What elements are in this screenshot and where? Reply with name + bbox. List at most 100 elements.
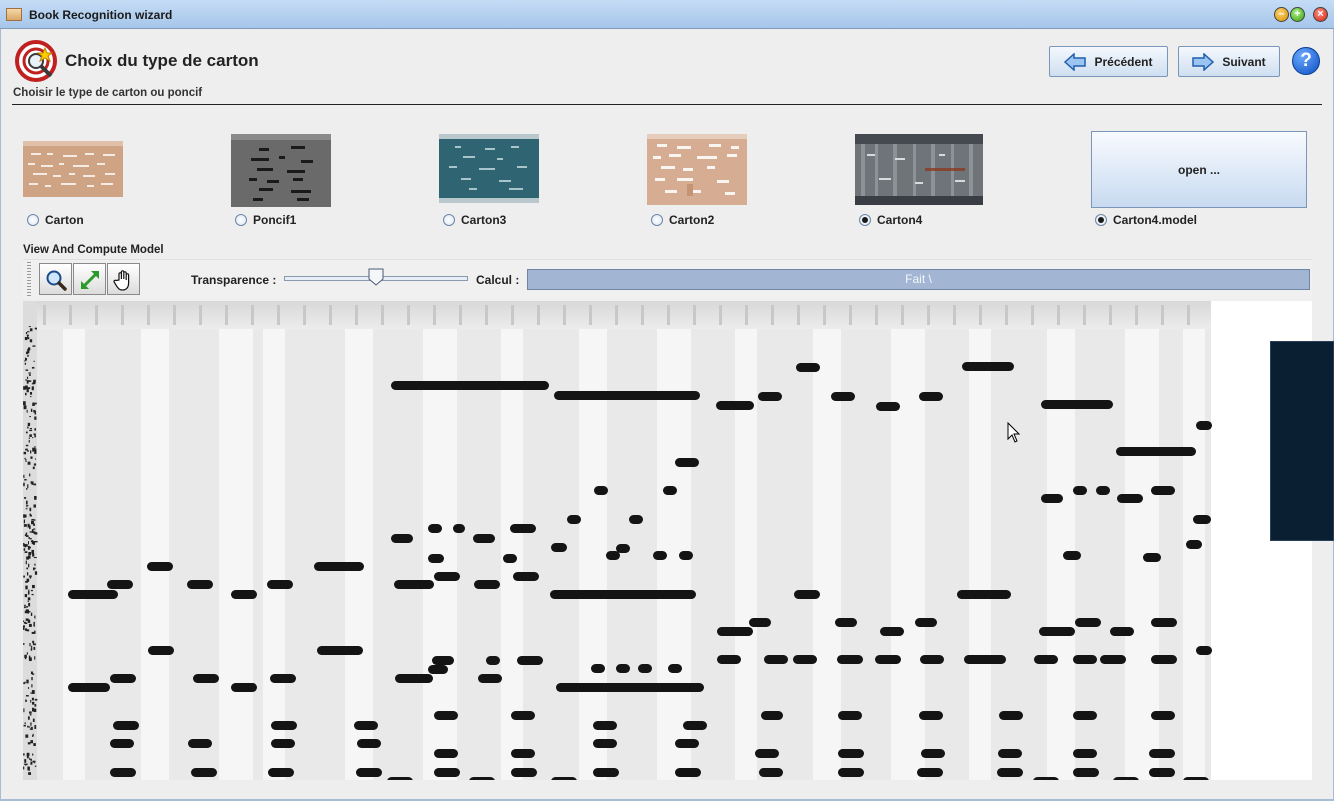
edge-noise xyxy=(25,459,27,463)
edge-noise xyxy=(28,589,30,594)
carton-thumbnail-carton3[interactable] xyxy=(439,134,539,203)
edge-noise xyxy=(25,444,29,447)
toolbar-grip[interactable] xyxy=(27,262,31,296)
perforation-hole xyxy=(1073,486,1087,495)
edge-noise xyxy=(34,428,37,431)
carton-thumbnail-poncif1[interactable] xyxy=(231,134,331,207)
perforation-hole xyxy=(957,590,1011,599)
carton-stripe xyxy=(891,301,925,780)
radio-indicator[interactable] xyxy=(859,214,871,226)
perforation-hole xyxy=(107,580,133,589)
fit-button[interactable] xyxy=(73,263,106,295)
carton-thumbnail-carton[interactable] xyxy=(23,141,123,197)
perforation-hole xyxy=(1073,749,1097,758)
perforation-hole xyxy=(188,739,212,748)
edge-noise xyxy=(27,716,30,720)
edge-noise xyxy=(27,484,29,489)
edge-noise xyxy=(23,620,25,623)
edge-noise xyxy=(26,629,30,632)
next-button[interactable]: Suivant xyxy=(1178,46,1280,77)
edge-noise xyxy=(27,337,30,340)
pan-hand-icon xyxy=(113,270,130,291)
arrow-left-icon xyxy=(1064,52,1087,71)
perforation-hole xyxy=(110,739,134,748)
edge-noise xyxy=(25,609,29,613)
perforation-hole xyxy=(517,656,543,665)
mouse-cursor-icon xyxy=(1007,421,1021,449)
edge-noise xyxy=(34,434,36,438)
perforation-hole xyxy=(629,515,643,524)
perforation-hole xyxy=(113,721,139,730)
edge-noise xyxy=(31,684,33,688)
perforation-hole xyxy=(964,655,1006,664)
help-icon[interactable]: ? xyxy=(1292,47,1320,75)
section-label: View And Compute Model xyxy=(23,244,164,256)
open-model-button[interactable]: open ... xyxy=(1091,131,1307,208)
edge-noise xyxy=(30,722,32,726)
perforation-hole xyxy=(593,721,617,730)
edge-noise xyxy=(25,379,27,381)
perforation-hole xyxy=(880,627,904,636)
edge-noise xyxy=(33,379,36,384)
zoom-button[interactable] xyxy=(39,263,72,295)
perforation-hole xyxy=(432,656,454,665)
edge-noise xyxy=(29,728,31,730)
perforation-hole xyxy=(110,768,136,777)
radio-indicator[interactable] xyxy=(27,214,39,226)
perforation-hole xyxy=(354,721,378,730)
edge-noise xyxy=(25,764,27,766)
perforation-hole xyxy=(998,749,1022,758)
carton-image-viewer[interactable] xyxy=(23,301,1312,780)
edge-noise xyxy=(29,575,32,578)
perforation-hole xyxy=(317,646,363,655)
perforation-hole xyxy=(764,655,788,664)
edge-noise xyxy=(27,354,29,357)
radio-indicator[interactable] xyxy=(235,214,247,226)
edge-noise xyxy=(25,695,29,697)
perforation-hole xyxy=(503,554,517,563)
carton-top-tick xyxy=(849,305,852,325)
edge-noise xyxy=(28,772,32,775)
edge-noise xyxy=(29,525,31,529)
previous-button[interactable]: Précédent xyxy=(1049,46,1168,77)
edge-noise xyxy=(30,395,32,398)
radio-indicator[interactable] xyxy=(443,214,455,226)
edge-noise xyxy=(34,615,36,619)
perforation-hole xyxy=(556,683,704,692)
radio-carton3[interactable]: Carton3 xyxy=(443,213,506,227)
pan-button[interactable] xyxy=(107,263,140,295)
edge-noise xyxy=(32,643,36,646)
radio-indicator[interactable] xyxy=(1095,214,1107,226)
edge-noise xyxy=(32,584,35,589)
maximize-icon[interactable]: + xyxy=(1290,7,1305,22)
perforation-hole xyxy=(314,562,364,571)
perforation-hole xyxy=(148,646,174,655)
radio-carton4[interactable]: Carton4 xyxy=(859,213,922,227)
slider-thumb[interactable] xyxy=(368,268,384,286)
radio-poncif1[interactable]: Poncif1 xyxy=(235,213,296,227)
edge-noise xyxy=(33,621,35,624)
perforation-hole xyxy=(761,711,783,720)
carton-thumbnail-carton2[interactable] xyxy=(647,134,747,205)
minimize-icon[interactable]: – xyxy=(1274,7,1289,22)
edge-noise xyxy=(30,761,33,765)
edge-noise xyxy=(33,567,35,571)
edge-noise xyxy=(25,532,28,535)
edge-noise xyxy=(28,380,32,382)
carton-thumbnail-carton4[interactable] xyxy=(855,134,983,205)
edge-noise xyxy=(31,701,35,705)
close-icon[interactable]: × xyxy=(1313,7,1328,22)
edge-noise xyxy=(34,532,37,535)
edge-noise xyxy=(34,541,38,543)
edge-noise xyxy=(28,726,31,728)
perforation-hole xyxy=(1096,486,1110,495)
edge-noise xyxy=(27,687,30,689)
radio-carton[interactable]: Carton xyxy=(27,213,84,227)
radio-indicator[interactable] xyxy=(651,214,663,226)
radio-carton4-model[interactable]: Carton4.model xyxy=(1095,213,1197,227)
edge-noise xyxy=(31,697,34,701)
radio-carton2[interactable]: Carton2 xyxy=(651,213,714,227)
perforation-hole xyxy=(675,768,701,777)
edge-noise xyxy=(34,563,36,566)
edge-noise xyxy=(27,461,31,465)
